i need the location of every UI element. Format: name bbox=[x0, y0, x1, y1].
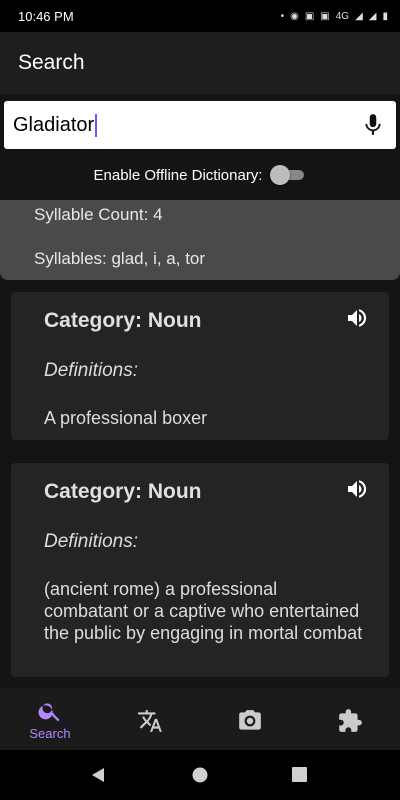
definition-card: Category: Noun Definitions: A profession… bbox=[11, 292, 389, 440]
app-bar: Search bbox=[0, 32, 400, 94]
page-title: Search bbox=[18, 51, 85, 74]
nav-translate[interactable] bbox=[100, 688, 200, 750]
status-icons: • ◉ ▣ ▣ 4G ◢ ◢ ▮ bbox=[281, 11, 388, 22]
home-icon[interactable] bbox=[192, 767, 208, 783]
back-icon[interactable] bbox=[90, 767, 106, 783]
signal-icon-2: ◢ bbox=[368, 10, 377, 22]
dot-icon: • bbox=[280, 10, 285, 22]
speaker-icon[interactable] bbox=[345, 306, 369, 335]
camera-icon bbox=[239, 710, 261, 730]
definition-text: (ancient rome) a professional combatant … bbox=[44, 579, 363, 643]
signal-icon: ◢ bbox=[355, 10, 363, 22]
speaker-icon[interactable] bbox=[345, 477, 369, 506]
search-input[interactable]: Gladiator bbox=[13, 113, 98, 137]
volte-icon: ▣ bbox=[304, 10, 315, 22]
offline-dictionary-label: Enable Offline Dictionary: bbox=[93, 166, 263, 184]
card-category: Category: Noun bbox=[44, 480, 202, 503]
extension-icon bbox=[339, 709, 362, 732]
definitions-label: Definitions: bbox=[44, 531, 138, 552]
volte-icon-2: ▣ bbox=[320, 10, 330, 22]
definitions-label: Definitions: bbox=[44, 360, 138, 381]
nav-extension[interactable] bbox=[300, 688, 400, 750]
nav-camera[interactable] bbox=[200, 688, 300, 750]
card-category: Category: Noun bbox=[44, 309, 202, 332]
status-time: 10:46 PM bbox=[18, 8, 74, 24]
hotspot-icon: ◉ bbox=[290, 10, 299, 22]
mic-icon[interactable] bbox=[360, 111, 386, 144]
syllable-list: Syllables: glad, i, a, tor bbox=[34, 249, 206, 268]
recents-icon[interactable] bbox=[292, 767, 307, 782]
definition-text: A professional boxer bbox=[44, 408, 208, 428]
offline-dictionary-toggle[interactable] bbox=[270, 165, 306, 185]
search-icon bbox=[38, 703, 60, 722]
search-box[interactable]: Gladiator bbox=[4, 101, 396, 149]
offline-dictionary-row: Enable Offline Dictionary: bbox=[0, 160, 400, 190]
nav-search[interactable]: Search bbox=[0, 688, 100, 750]
status-bar: 10:46 PM • ◉ ▣ ▣ 4G ◢ ◢ ▮ bbox=[0, 0, 400, 32]
nav-search-label: Search bbox=[29, 726, 71, 741]
battery-icon: ▮ bbox=[382, 10, 388, 22]
syllable-panel: Syllable Count: 4 Syllables: glad, i, a,… bbox=[0, 200, 400, 280]
syllable-count: Syllable Count: 4 bbox=[34, 205, 163, 224]
translate-icon bbox=[138, 710, 162, 732]
system-nav-bar bbox=[0, 750, 400, 800]
bottom-nav: Search bbox=[0, 688, 400, 750]
network-label: 4G bbox=[335, 10, 350, 22]
toggle-thumb bbox=[270, 165, 291, 185]
definition-card: Category: Noun Definitions: (ancient rom… bbox=[11, 463, 389, 677]
